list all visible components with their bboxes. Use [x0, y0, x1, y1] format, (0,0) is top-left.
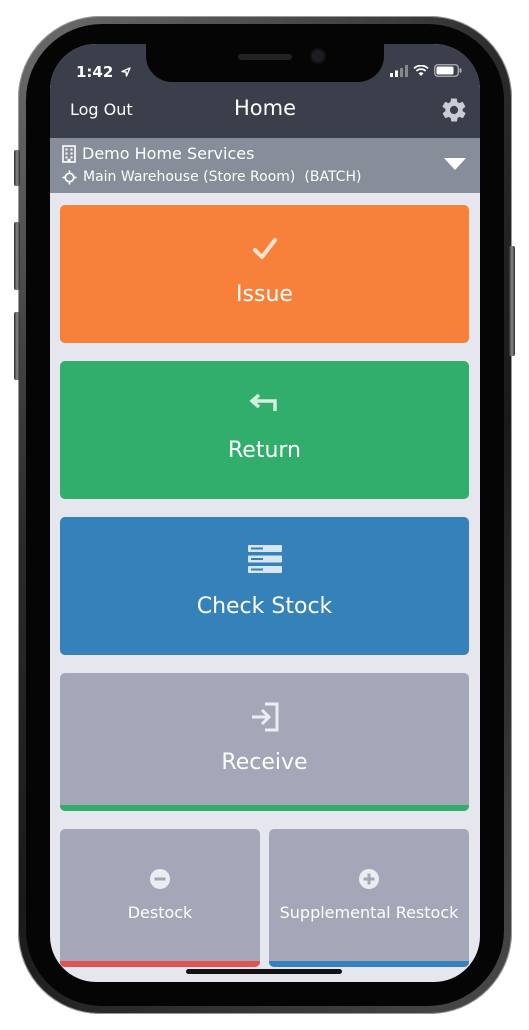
battery-icon — [434, 64, 462, 77]
volume-down-button — [14, 312, 20, 380]
check-stock-button[interactable]: Check Stock — [60, 517, 469, 655]
return-button[interactable]: Return — [60, 361, 469, 499]
app-screen: 1:42 Log Out Home Demo Home Services Mai… — [50, 44, 480, 982]
status-bar: 1:42 — [50, 44, 480, 82]
company-row: Demo Home Services — [62, 144, 254, 163]
return-arrow-icon — [248, 393, 277, 411]
check-stock-label: Check Stock — [196, 594, 333, 619]
sign-in-icon — [251, 702, 278, 732]
status-time-text: 1:42 — [76, 63, 114, 81]
receive-accent-bar — [60, 805, 469, 811]
minus-circle-icon — [150, 869, 170, 889]
silent-switch — [14, 150, 20, 186]
supplemental-restock-accent-bar — [269, 961, 469, 967]
warehouse-name: Main Warehouse (Store Room) — [83, 169, 296, 185]
crosshair-icon — [62, 169, 77, 185]
signal-icon — [390, 64, 408, 77]
issue-label: Issue — [236, 282, 293, 307]
wifi-icon — [413, 64, 429, 76]
warehouse-mode: (BATCH) — [304, 169, 362, 185]
status-time: 1:42 — [76, 63, 131, 81]
device-notch — [146, 44, 384, 82]
receive-label: Receive — [221, 750, 308, 775]
destock-accent-bar — [60, 961, 260, 967]
supplemental-restock-label: Supplemental Restock — [279, 903, 459, 922]
page-title: Home — [233, 96, 296, 120]
supplemental-restock-button[interactable]: Supplemental Restock — [269, 829, 469, 967]
status-icons — [390, 64, 462, 77]
building-icon — [62, 144, 76, 163]
home-indicator[interactable] — [186, 969, 342, 974]
caret-down-icon[interactable] — [444, 158, 466, 170]
speaker-grille — [238, 54, 292, 60]
front-camera — [312, 50, 324, 62]
issue-button[interactable]: Issue — [60, 205, 469, 343]
plus-circle-icon — [359, 869, 379, 889]
volume-up-button — [14, 222, 20, 290]
location-arrow-icon — [120, 67, 131, 77]
destock-label: Destock — [127, 903, 193, 922]
power-button — [509, 246, 515, 356]
return-label: Return — [227, 438, 301, 463]
company-name: Demo Home Services — [82, 144, 255, 163]
receive-button[interactable]: Receive — [60, 673, 469, 811]
gear-icon[interactable] — [440, 96, 468, 124]
warehouse-row: Main Warehouse (Store Room) (BATCH) — [62, 169, 361, 185]
destock-button[interactable]: Destock — [60, 829, 260, 967]
location-selector[interactable]: Demo Home Services Main Warehouse (Store… — [50, 138, 480, 193]
nav-bar: Log Out Home — [50, 82, 480, 138]
checkmark-icon — [252, 238, 277, 259]
stack-icon — [247, 545, 282, 573]
